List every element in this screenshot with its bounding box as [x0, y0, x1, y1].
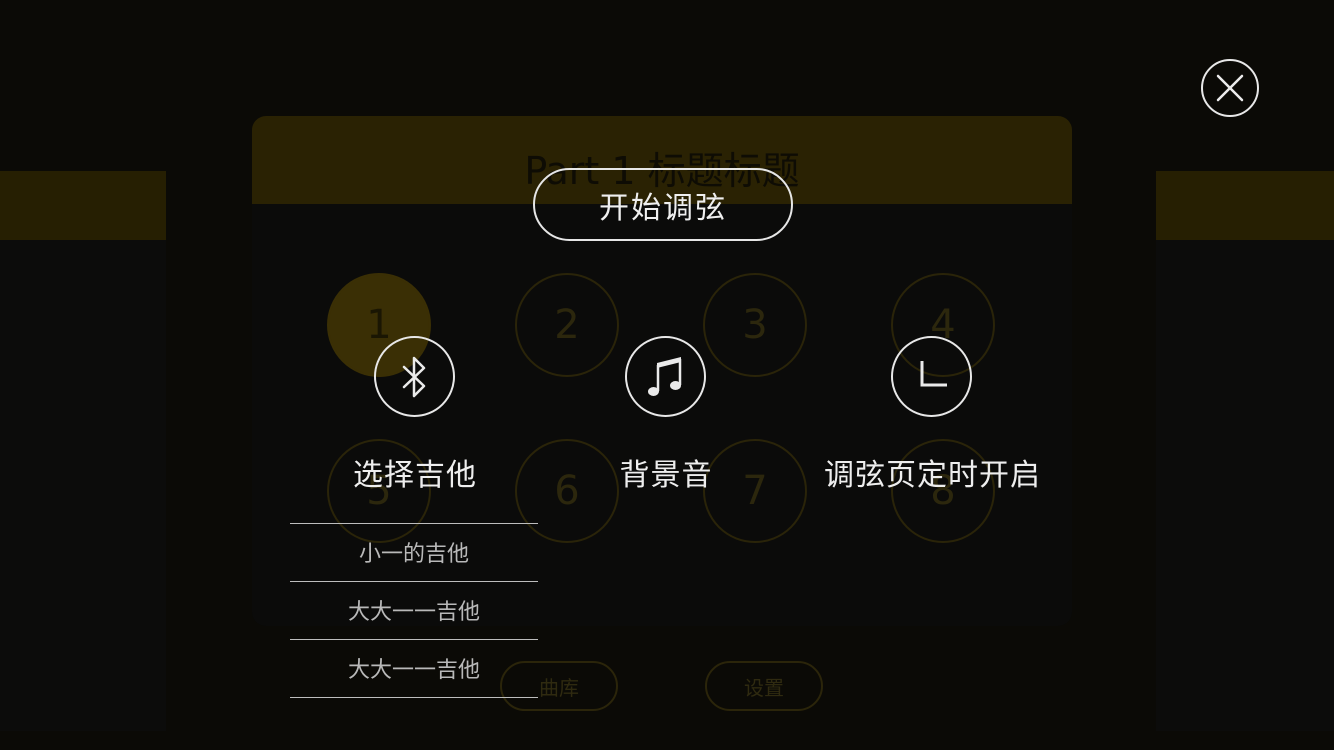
close-button[interactable]	[1201, 59, 1259, 117]
previous-card	[0, 171, 166, 731]
background-sound-button[interactable]	[625, 336, 706, 417]
music-note-icon	[647, 356, 681, 396]
next-card	[1156, 171, 1334, 731]
close-icon	[1216, 74, 1244, 102]
guitar-list-divider	[290, 697, 538, 698]
guitar-list-item[interactable]: 大大一一吉他	[290, 581, 538, 638]
choose-guitar-label: 选择吉他	[353, 458, 477, 493]
guitar-list-item[interactable]: 小一的吉他	[290, 523, 538, 580]
bluetooth-icon	[402, 356, 425, 397]
clock-icon	[920, 360, 947, 386]
step-2: 2	[515, 273, 619, 377]
tuning-timer-button[interactable]	[891, 336, 972, 417]
start-tuning-button[interactable]: 开始调弦	[533, 168, 793, 241]
tuning-timer-label: 调弦页定时开启	[824, 458, 1041, 493]
background-sound-label: 背景音	[619, 458, 713, 493]
settings-button: 设置	[705, 661, 823, 711]
step-3: 3	[703, 273, 807, 377]
guitar-list-item[interactable]: 大大一一吉他	[290, 639, 538, 696]
choose-guitar-button[interactable]	[374, 336, 455, 417]
